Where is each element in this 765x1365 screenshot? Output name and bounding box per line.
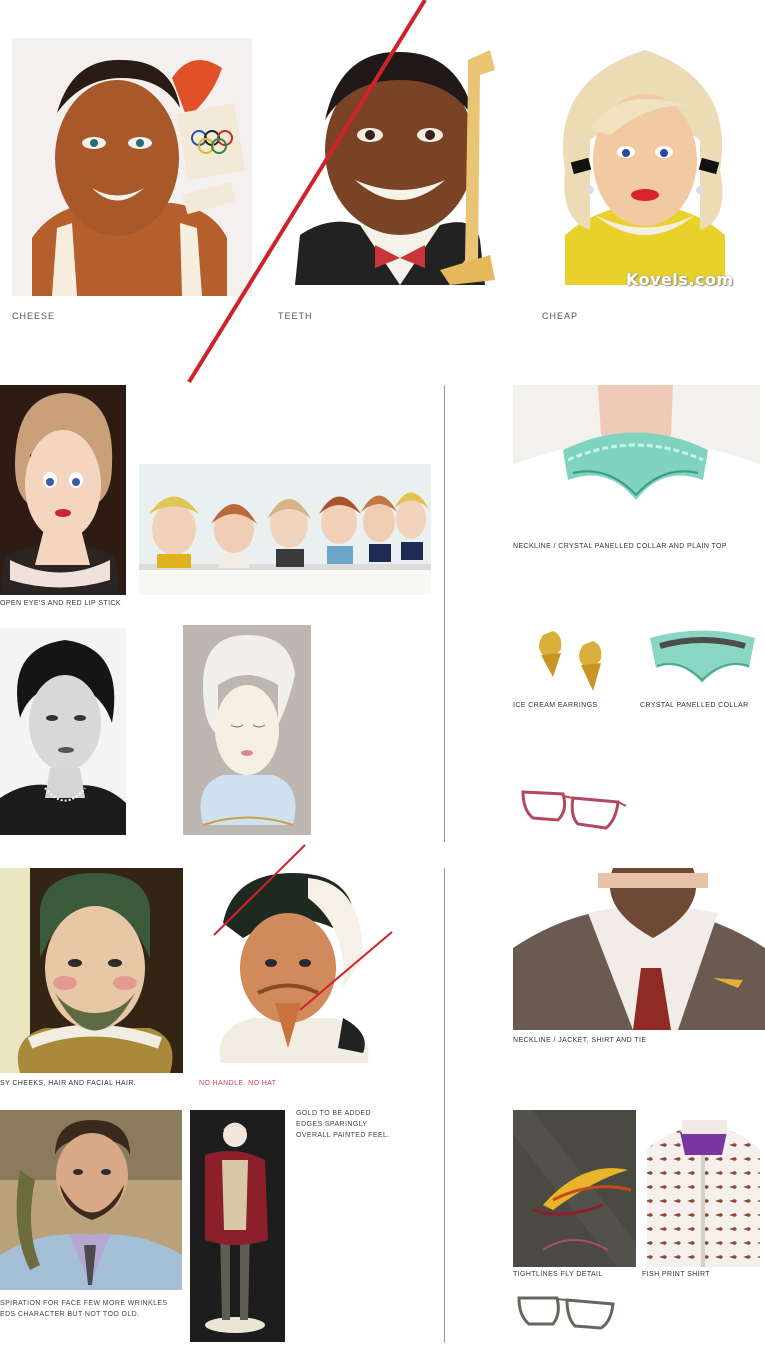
label-cheap: CHEAP	[542, 311, 579, 321]
section-divider-bottom	[444, 868, 445, 1343]
caption-ice-cream-earrings: ICE CREAM EARRINGS	[513, 702, 598, 709]
vintage-portrait-photo	[0, 628, 126, 835]
caption-fish-print-shirt: FISH PRINT SHIRT	[642, 1271, 710, 1278]
porcelain-figurine-image	[190, 1110, 285, 1342]
jacket-shirt-tie-image	[513, 868, 765, 1030]
kovels-watermark: Kovels.com	[626, 270, 734, 289]
inspiration-face-photo	[0, 1110, 182, 1290]
crystal-collar-top-image	[513, 385, 760, 537]
label-cheese: CHEESE	[12, 311, 56, 321]
inspiration-note-line2: EDS CHARACTER BUT NOT TOO OLD.	[0, 1311, 140, 1318]
caption-crystal-collar-top: NECKLINE / CRYSTAL PANELLED COLLAR AND P…	[513, 543, 727, 550]
head-vase-girl-image	[0, 385, 126, 595]
section-divider-top	[444, 385, 445, 842]
cavalier-toby-jug-image	[213, 868, 376, 1068]
caption-open-eyes: OPEN EYE'S AND RED LIP STICK	[0, 600, 121, 607]
ice-cream-earrings-image	[525, 625, 615, 700]
gold-note-line1: GOLD TO BE ADDED	[296, 1110, 371, 1117]
white-head-vase-image	[183, 625, 311, 835]
head-vase-lady-image	[550, 40, 740, 290]
inspiration-note-line1: SPIRATION FOR FACE FEW MORE WRINKLES	[0, 1300, 168, 1307]
caption-crystal-collar: CRYSTAL PANELLED COLLAR	[640, 702, 749, 709]
caption-no-handle: NO HANDLE. NO HAT	[199, 1080, 277, 1087]
caption-rosy-cheeks: SY CHEEKS, HAIR AND FACIAL HAIR.	[0, 1080, 137, 1087]
red-glasses-image	[518, 780, 628, 830]
gold-note-line2: EDGES SPARINGLY	[296, 1121, 368, 1128]
toby-jug-trumpeter-image	[290, 40, 510, 290]
gold-note: GOLD TO BE ADDED EDGES SPARINGLY OVERALL…	[296, 1108, 390, 1141]
gold-note-line3: OVERALL PAINTED FEEL.	[296, 1132, 390, 1139]
toby-jug-athlete-image	[12, 38, 252, 296]
crystal-collar-image	[645, 628, 760, 698]
head-vase-shelf-image	[139, 464, 431, 595]
bearded-toby-jug-image	[0, 868, 183, 1073]
fly-detail-image	[513, 1110, 636, 1267]
label-teeth: TEETH	[278, 311, 313, 321]
caption-jacket-shirt-tie: NECKLINE / JACKET, SHIRT AND TIE	[513, 1037, 647, 1044]
grey-glasses-image	[515, 1290, 620, 1332]
inspiration-note: SPIRATION FOR FACE FEW MORE WRINKLES EDS…	[0, 1298, 168, 1320]
caption-fly-detail: TIGHTLINES FLY DETAIL	[513, 1271, 603, 1278]
fish-print-shirt-image	[642, 1110, 765, 1267]
